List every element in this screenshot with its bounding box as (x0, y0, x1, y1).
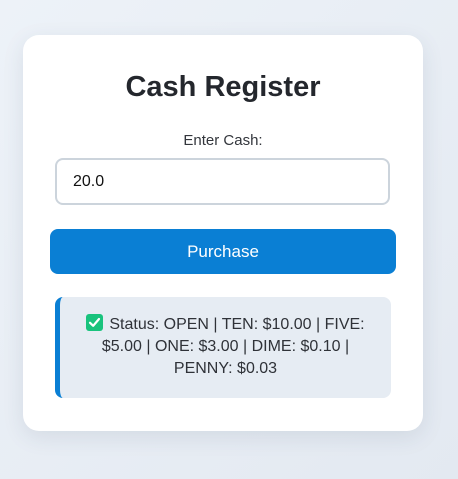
status-box: Status: OPEN | TEN: $10.00 | FIVE: $5.00… (55, 297, 391, 398)
status-text: Status: OPEN | TEN: $10.00 | FIVE: $5.00… (101, 316, 365, 377)
cash-input[interactable] (55, 158, 390, 205)
cash-input-label: Enter Cash: (183, 132, 263, 149)
cash-register-card: Cash Register Enter Cash: Purchase Statu… (23, 35, 423, 431)
page-title: Cash Register (125, 71, 321, 103)
purchase-button[interactable]: Purchase (50, 229, 396, 274)
check-icon (86, 314, 104, 331)
